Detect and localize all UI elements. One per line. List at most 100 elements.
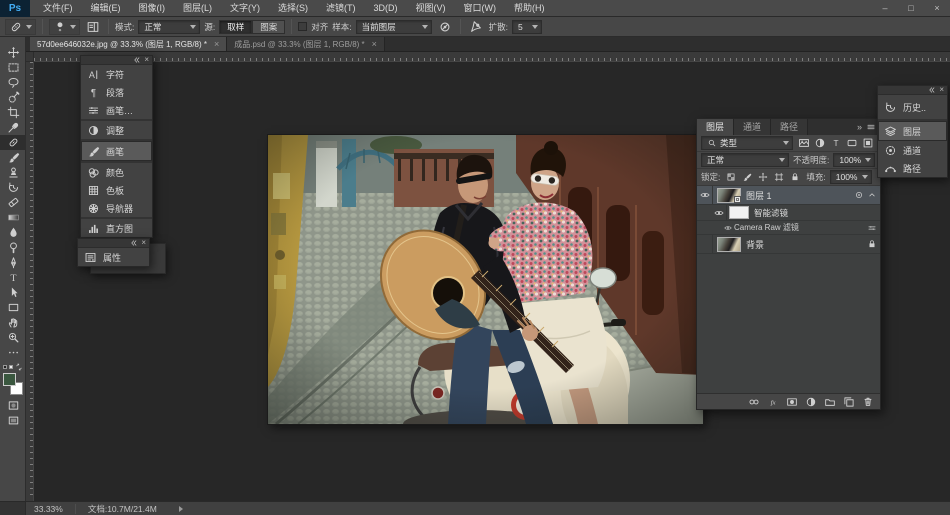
- lock-transparent-button[interactable]: [724, 170, 738, 184]
- panel-button-color-panel[interactable]: 颜色: [81, 163, 152, 181]
- source-图案-button[interactable]: 图案: [252, 20, 285, 34]
- layer-mask-button[interactable]: [785, 395, 798, 408]
- layer-thumbnail[interactable]: [717, 188, 741, 203]
- adjustment-filter-button[interactable]: [813, 136, 827, 150]
- close-button[interactable]: ×: [924, 0, 950, 17]
- panel-button-adjustments-panel[interactable]: 调整: [81, 121, 152, 139]
- lock-position-button[interactable]: [756, 170, 770, 184]
- swap-colors-icon[interactable]: [15, 363, 23, 371]
- menu-item-3[interactable]: 图像(I): [130, 0, 175, 17]
- tool-dodge[interactable]: [0, 240, 26, 255]
- panel-button-brush-panel[interactable]: 画笔: [81, 141, 152, 161]
- new-layer-button[interactable]: [842, 395, 855, 408]
- vertical-ruler[interactable]: [26, 62, 34, 501]
- menu-item-6[interactable]: 选择(S): [269, 0, 317, 17]
- menu-item-4[interactable]: 图层(L): [174, 0, 221, 17]
- tool-eraser[interactable]: [0, 195, 26, 210]
- document-canvas[interactable]: [268, 135, 703, 424]
- menu-item-2[interactable]: 编辑(E): [82, 0, 130, 17]
- tab-close-icon[interactable]: ×: [214, 39, 219, 49]
- tool-type[interactable]: T: [0, 270, 26, 285]
- layer-row[interactable]: 背景: [697, 235, 880, 254]
- pen-pressure-button[interactable]: [467, 19, 485, 35]
- panel-button-channels-panel[interactable]: 通道: [878, 141, 947, 159]
- menu-item-8[interactable]: 3D(D): [365, 0, 407, 17]
- screen-mode-button[interactable]: [0, 413, 26, 428]
- tool-eyedropper[interactable]: [0, 120, 26, 135]
- document-tab-2[interactable]: 成品.psd @ 33.3% (图层 1, RGB/8) *×: [227, 37, 385, 51]
- tool-lasso[interactable]: [0, 75, 26, 90]
- pixel-filter-button[interactable]: [797, 136, 811, 150]
- smart-filter-icon[interactable]: [854, 190, 864, 200]
- align-checkbox[interactable]: [298, 22, 307, 31]
- tool-clone-stamp[interactable]: [0, 165, 26, 180]
- tool-zoom[interactable]: [0, 330, 26, 345]
- default-colors-icon[interactable]: [3, 365, 7, 369]
- default-colors-icon[interactable]: [9, 365, 13, 369]
- filter-kind-select[interactable]: 类型: [701, 136, 793, 150]
- visibility-toggle[interactable]: [721, 221, 734, 234]
- foreground-color-swatch[interactable]: [3, 373, 16, 386]
- status-options-arrow-icon[interactable]: [179, 506, 183, 512]
- menu-item-11[interactable]: 帮助(H): [505, 0, 554, 17]
- link-layers-button[interactable]: [747, 395, 760, 408]
- collapse-up-icon[interactable]: [867, 190, 877, 200]
- tool-blur[interactable]: [0, 225, 26, 240]
- panel-button-brush-settings-panel[interactable]: 画笔…: [81, 101, 152, 119]
- tool-history-brush[interactable]: [0, 180, 26, 195]
- blend-mode-select[interactable]: 正常: [701, 153, 789, 167]
- layer-row[interactable]: 图层 1: [697, 186, 880, 205]
- filter-blend-icon[interactable]: [867, 223, 877, 233]
- document-tab-1[interactable]: 57d0ee646032e.jpg @ 33.3% (图层 1, RGB/8) …: [30, 37, 227, 51]
- layers-panel-tab-1[interactable]: 图层: [697, 119, 734, 135]
- layer-thumbnail[interactable]: [717, 237, 741, 252]
- smart-filter-item-row[interactable]: Camera Raw 滤镜: [697, 221, 880, 235]
- panel-button-history-panel[interactable]: 历史..: [878, 95, 947, 119]
- brush-preset-picker[interactable]: [49, 19, 80, 35]
- diffusion-select[interactable]: 5: [512, 20, 542, 34]
- filter-mask-thumbnail[interactable]: [729, 206, 749, 219]
- panel-button-properties[interactable]: 属性: [78, 248, 149, 266]
- menu-item-1[interactable]: 文件(F): [34, 0, 82, 17]
- panel-button-paragraph-panel[interactable]: ¶段落: [81, 83, 152, 101]
- opacity-select[interactable]: 100%: [833, 153, 875, 167]
- panel-button-navigator-panel[interactable]: 导航器: [81, 199, 152, 217]
- panel-button-layers-panel[interactable]: 图层: [878, 121, 947, 141]
- tool-pen[interactable]: [0, 255, 26, 270]
- sample-select[interactable]: 当前图层: [356, 20, 432, 34]
- tool-brush[interactable]: [0, 150, 26, 165]
- quick-mask-button[interactable]: [0, 398, 26, 413]
- lock-paint-button[interactable]: [740, 170, 754, 184]
- layers-panel-tab-2[interactable]: 通道: [734, 119, 771, 135]
- layer-style-button[interactable]: fx: [766, 395, 779, 408]
- tool-crop[interactable]: [0, 105, 26, 120]
- close-icon[interactable]: ×: [144, 56, 149, 64]
- edit-toolbar-button[interactable]: [0, 345, 26, 360]
- zoom-level[interactable]: 33.33%: [26, 504, 71, 514]
- lock-all-button[interactable]: [788, 170, 802, 184]
- panel-button-histogram-panel[interactable]: 直方图: [81, 219, 152, 237]
- tool-path-selection[interactable]: [0, 285, 26, 300]
- menu-item-10[interactable]: 窗口(W): [455, 0, 506, 17]
- collapse-to-icons-icon[interactable]: »: [857, 122, 861, 132]
- tool-move[interactable]: [0, 45, 26, 60]
- adjustment-layer-button[interactable]: [804, 395, 817, 408]
- layers-panel-tab-3[interactable]: 路径: [771, 119, 808, 135]
- tool-shape[interactable]: [0, 300, 26, 315]
- delete-layer-button[interactable]: [861, 395, 874, 408]
- layer-group-button[interactable]: [823, 395, 836, 408]
- tool-marquee[interactable]: [0, 60, 26, 75]
- smart-filters-row[interactable]: 智能滤镜: [697, 205, 880, 221]
- menu-item-5[interactable]: 文字(Y): [221, 0, 269, 17]
- fill-select[interactable]: 100%: [830, 170, 872, 184]
- type-filter-button[interactable]: T: [829, 136, 843, 150]
- tool-quick-selection[interactable]: [0, 90, 26, 105]
- visibility-toggle[interactable]: [697, 235, 713, 253]
- menu-item-9[interactable]: 视图(V): [407, 0, 455, 17]
- toggle-brush-panel-button[interactable]: [84, 19, 102, 35]
- visibility-toggle[interactable]: [711, 205, 727, 220]
- panel-menu-icon[interactable]: [866, 122, 876, 132]
- smart-object-filter-button[interactable]: [861, 136, 875, 150]
- menu-item-7[interactable]: 滤镜(T): [317, 0, 365, 17]
- panel-button-swatches-panel[interactable]: 色板: [81, 181, 152, 199]
